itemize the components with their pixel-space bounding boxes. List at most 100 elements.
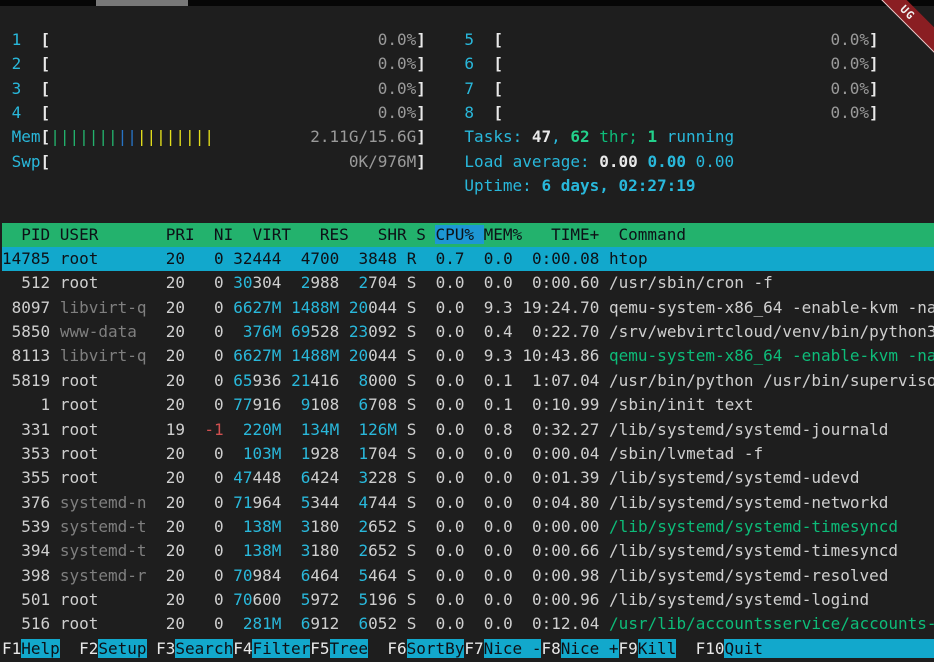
process-row[interactable]: 353 root 20 0 103M 1928 1704 S 0.0 0.0 0… bbox=[2, 442, 934, 466]
text bbox=[513, 444, 523, 463]
column-header-mem[interactable]: MEM% bbox=[484, 225, 532, 244]
text bbox=[349, 493, 359, 512]
fkey-f3-label[interactable]: Search bbox=[175, 639, 233, 658]
column-header-pri[interactable]: PRI bbox=[156, 225, 204, 244]
column-header-command[interactable]: Command bbox=[619, 225, 686, 244]
fkey-f3-key[interactable]: F3 bbox=[156, 639, 175, 658]
text bbox=[416, 395, 426, 414]
text bbox=[185, 346, 195, 365]
time-cell: 0:10.99 bbox=[522, 395, 599, 414]
text bbox=[349, 614, 359, 633]
process-row[interactable]: 398 systemd-r 20 0 70984 6464 5464 S 0.0… bbox=[2, 564, 934, 588]
fkey-f2-label[interactable]: Setup bbox=[98, 639, 146, 658]
shr-cell: 744 bbox=[368, 493, 397, 512]
column-header-time[interactable]: TIME+ bbox=[532, 225, 619, 244]
fkey-f2-key[interactable]: F2 bbox=[79, 639, 98, 658]
function-key-bar[interactable]: F1Help F2Setup F3SearchF4FilterF5Tree F6… bbox=[2, 637, 934, 661]
process-table-header[interactable]: PID USER PRI NI VIRT RES SHR S CPU% MEM%… bbox=[2, 223, 934, 247]
cpu-meter-label: 8 bbox=[464, 103, 474, 122]
header-fill bbox=[686, 225, 934, 244]
process-row[interactable]: 376 systemd-n 20 0 71964 5344 4744 S 0.0… bbox=[2, 491, 934, 515]
meter-open-bracket: [ bbox=[41, 79, 51, 98]
virt-cell-highlight: 70 bbox=[233, 590, 252, 609]
process-row[interactable]: 501 root 20 0 70600 5972 5196 S 0.0 0.0 … bbox=[2, 588, 934, 612]
process-row[interactable]: 8097 libvirt-q 20 0 6627M 1488M 20044 S … bbox=[2, 296, 934, 320]
fkey-f9-label[interactable]: Kill bbox=[638, 639, 677, 658]
shr-cell-highlight: 6 bbox=[359, 614, 369, 633]
process-row[interactable]: 512 root 20 0 30304 2988 2704 S 0.0 0.0 … bbox=[2, 271, 934, 295]
cpu-meter-label: 4 bbox=[12, 103, 22, 122]
process-row[interactable]: 539 systemd-t 20 0 138M 3180 2652 S 0.0 … bbox=[2, 515, 934, 539]
text bbox=[185, 444, 195, 463]
shr-cell-highlight: 23 bbox=[349, 322, 368, 341]
text bbox=[224, 590, 234, 609]
text bbox=[599, 541, 609, 560]
state-cell: S bbox=[407, 420, 417, 439]
text bbox=[147, 420, 157, 439]
fkey-f1-key[interactable]: F1 bbox=[2, 639, 21, 658]
mem-meter-value: 2.11G/15.6G bbox=[310, 127, 416, 146]
fkey-f10-key[interactable]: F10 bbox=[696, 639, 725, 658]
pid-cell: 353 bbox=[2, 444, 50, 463]
process-row[interactable]: 8113 libvirt-q 20 0 6627M 1488M 20044 S … bbox=[2, 344, 934, 368]
fkey-f6-label[interactable]: SortBy bbox=[407, 639, 465, 658]
fkey-f6-key[interactable]: F6 bbox=[387, 639, 406, 658]
shr-cell-highlight: 6 bbox=[359, 395, 369, 414]
fkey-f5-key[interactable]: F5 bbox=[310, 639, 329, 658]
text bbox=[224, 541, 234, 560]
process-row[interactable]: 516 root 20 0 281M 6912 6052 S 0.0 0.0 0… bbox=[2, 612, 934, 636]
fkey-f1-label[interactable]: Help bbox=[21, 639, 60, 658]
text bbox=[397, 395, 407, 414]
text bbox=[147, 517, 157, 536]
column-header-s[interactable]: S bbox=[416, 225, 435, 244]
process-row[interactable]: 14785 root 20 0 32444 4700 3848 R 0.7 0.… bbox=[2, 247, 934, 271]
text bbox=[147, 298, 157, 317]
fkey-f5-label[interactable]: Tree bbox=[330, 639, 369, 658]
column-header-shr[interactable]: SHR bbox=[358, 225, 416, 244]
process-row[interactable]: 1 root 20 0 77916 9108 6708 S 0.0 0.1 0:… bbox=[2, 393, 934, 417]
column-header-virt[interactable]: VIRT bbox=[243, 225, 301, 244]
text bbox=[147, 273, 157, 292]
process-row[interactable]: 5819 root 20 0 65936 21416 8000 S 0.0 0.… bbox=[2, 369, 934, 393]
fkey-f10-label[interactable]: Quit bbox=[724, 639, 934, 658]
fkey-f8-label[interactable]: Nice + bbox=[561, 639, 619, 658]
process-row[interactable]: 5850 www-data 20 0 376M 69528 23092 S 0.… bbox=[2, 320, 934, 344]
fkey-f7-label[interactable]: Nice - bbox=[484, 639, 542, 658]
cpu-percent-cell: 0.0 bbox=[426, 493, 465, 512]
column-header-user[interactable]: USER bbox=[60, 225, 156, 244]
column-header-ni[interactable]: NI bbox=[204, 225, 243, 244]
text bbox=[397, 298, 407, 317]
text bbox=[638, 152, 648, 171]
shr-cell: 000 bbox=[368, 371, 397, 390]
cpu-percent-cell: 0.0 bbox=[426, 444, 465, 463]
fkey-f9-key[interactable]: F9 bbox=[619, 639, 638, 658]
cpu-meter-bar bbox=[503, 79, 831, 98]
threads-count: 62 bbox=[570, 127, 589, 146]
process-row[interactable]: 355 root 20 0 47448 6424 3228 S 0.0 0.0 … bbox=[2, 466, 934, 490]
text bbox=[281, 249, 291, 268]
shr-cell: 196 bbox=[368, 590, 397, 609]
fkey-f4-key[interactable]: F4 bbox=[233, 639, 252, 658]
text bbox=[224, 322, 234, 341]
text bbox=[513, 614, 523, 633]
nice-cell: 0 bbox=[195, 517, 224, 536]
text bbox=[513, 517, 523, 536]
cpu-percent-cell: 0.0 bbox=[426, 273, 465, 292]
process-row[interactable]: 331 root 19 -1 220M 134M 126M S 0.0 0.8 … bbox=[2, 418, 934, 442]
priority-cell: 20 bbox=[156, 371, 185, 390]
fkey-f8-key[interactable]: F8 bbox=[541, 639, 560, 658]
running-label: running bbox=[657, 127, 734, 146]
fkey-f4-label[interactable]: Filter bbox=[252, 639, 310, 658]
fkey-f7-key[interactable]: F7 bbox=[464, 639, 483, 658]
command-cell: /usr/lib/accountsservice/accounts- bbox=[609, 614, 934, 633]
virt-cell: 964 bbox=[253, 493, 282, 512]
column-header-pid[interactable]: PID bbox=[2, 225, 60, 244]
text bbox=[147, 249, 157, 268]
column-header-res[interactable]: RES bbox=[301, 225, 359, 244]
process-row[interactable]: 394 systemd-t 20 0 138M 3180 2652 S 0.0 … bbox=[2, 539, 934, 563]
text bbox=[397, 566, 407, 585]
nice-cell: 0 bbox=[195, 322, 224, 341]
cpu-meter-percent: 0.0% bbox=[378, 103, 417, 122]
column-header-cpu[interactable]: CPU% bbox=[435, 225, 483, 244]
cpu-percent-cell: 0.0 bbox=[426, 468, 465, 487]
